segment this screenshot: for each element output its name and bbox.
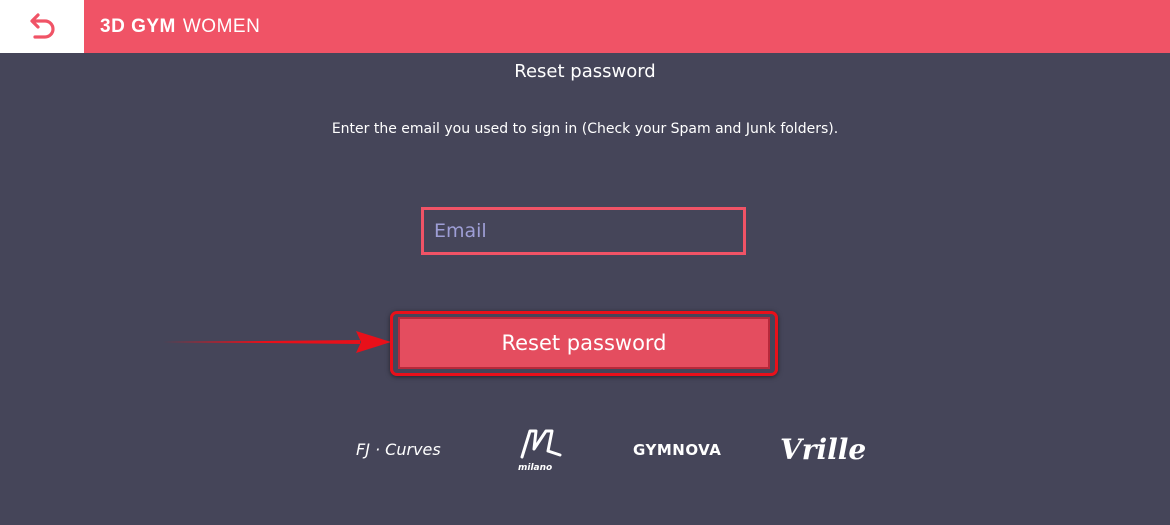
page-title: Reset password [514, 61, 656, 82]
back-button[interactable] [0, 0, 84, 53]
back-arrow-icon [30, 12, 55, 39]
gymnova-logo: GYMNOVA [633, 441, 722, 459]
app-header: 3D GYM WOMEN [0, 0, 1170, 53]
brand-name: 3D GYM [100, 15, 176, 37]
pointer-arrow-icon [163, 331, 391, 353]
email-field[interactable] [421, 207, 746, 255]
vrille-logo: Vrille [780, 433, 867, 466]
milano-m-icon [520, 429, 562, 459]
app-brand: 3D GYM WOMEN [100, 0, 260, 53]
partner-logos: FJ · Curves milano GYMNOVA Vrille [0, 425, 1170, 480]
brand-subtitle: WOMEN [182, 15, 261, 37]
reset-password-button[interactable]: Reset password [398, 317, 770, 369]
instructions-text: Enter the email you used to sign in (Che… [331, 121, 839, 137]
milano-logo: milano [518, 463, 553, 473]
curves-logo: FJ · Curves [356, 440, 441, 459]
